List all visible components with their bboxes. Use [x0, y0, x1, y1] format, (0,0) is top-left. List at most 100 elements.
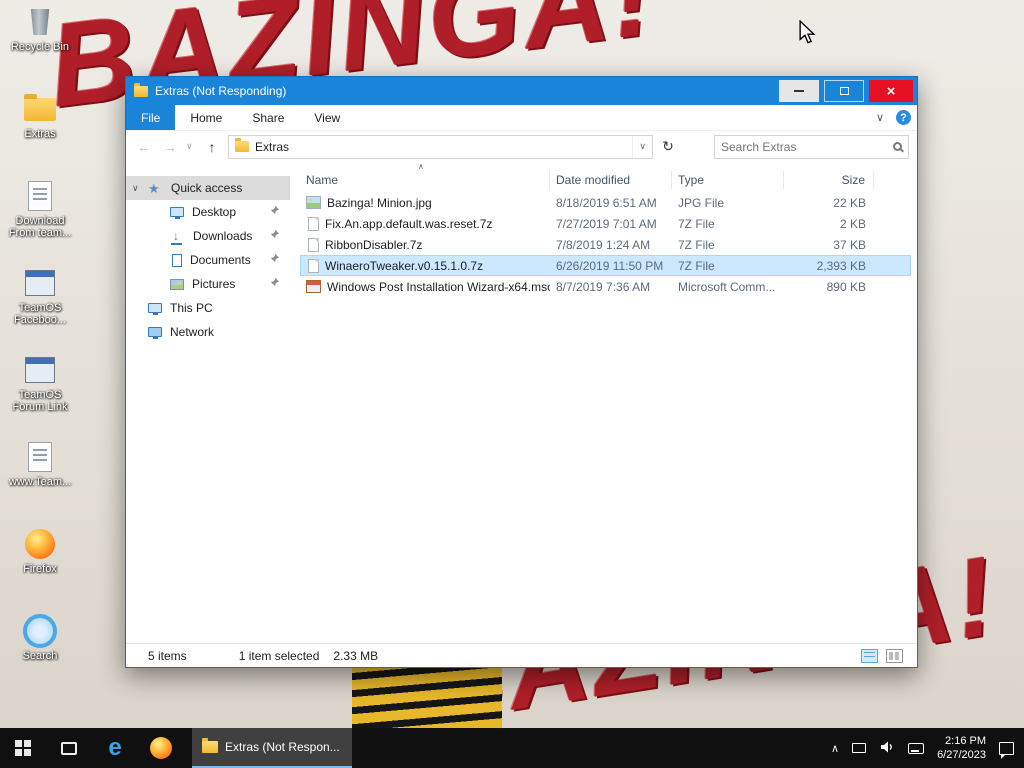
menu-tab-file[interactable]: File: [126, 105, 176, 130]
desktop-icon-label: Recycle Bin: [10, 41, 70, 53]
sidebar-item-desktop[interactable]: ∨ Desktop: [126, 200, 290, 224]
desktop-icon-download-from-team[interactable]: Download From team...: [2, 180, 78, 260]
sidebar-item-quick-access[interactable]: ∨ Quick access: [126, 176, 290, 200]
chevron-down-icon[interactable]: ∨: [876, 111, 884, 124]
file-name: Fix.An.app.default.was.reset.7z: [325, 216, 493, 231]
desktop-icon-glyph: [23, 441, 57, 473]
menu-tabs: File Home Share View: [126, 105, 355, 130]
details-view-button[interactable]: [861, 648, 878, 663]
file-size: 2,393 KB: [816, 258, 866, 273]
file-type-icon: [308, 258, 319, 273]
large-icons-view-button[interactable]: [886, 648, 903, 663]
column-header-type[interactable]: Type: [672, 171, 784, 189]
menu-tab-share[interactable]: Share: [237, 105, 299, 130]
windows-logo-icon: [14, 739, 32, 757]
edge-button[interactable]: e: [92, 728, 138, 768]
volume-icon[interactable]: [879, 739, 895, 758]
sidebar-item-label: Desktop: [192, 205, 237, 219]
search-box[interactable]: [714, 134, 909, 159]
history-chevron-icon[interactable]: ∨: [186, 141, 196, 152]
file-size: 22 KB: [833, 195, 866, 210]
file-type-icon: [308, 237, 319, 252]
desktop-icon-teamos-forum-link[interactable]: TeamOS Forum Link: [2, 354, 78, 434]
file-row-bazinga-minion-jpg[interactable]: Bazinga! Minion.jpg 8/18/2019 6:51 AM JP…: [300, 192, 911, 213]
address-box[interactable]: Extras ∨: [228, 134, 653, 159]
file-row-windows-post-installation-wizard-x64-msc[interactable]: Windows Post Installation Wizard-x64.msc…: [300, 276, 911, 297]
search-input[interactable]: [721, 139, 893, 154]
task-view-button[interactable]: [46, 728, 92, 768]
task-label: Extras (Not Respon...: [225, 740, 340, 754]
address-bar: ← → ∨ ↑ Extras ∨ ↻: [126, 131, 917, 162]
file-rows: Bazinga! Minion.jpg 8/18/2019 6:51 AM JP…: [300, 192, 911, 297]
close-button[interactable]: ×: [869, 80, 913, 102]
breadcrumb[interactable]: Extras: [255, 140, 289, 154]
sidebar-item-icon: [170, 229, 185, 245]
up-icon[interactable]: ↑: [202, 139, 222, 155]
firefox-button[interactable]: [138, 728, 184, 768]
sidebar-item-pictures[interactable]: ∨ Pictures: [126, 272, 290, 296]
column-header-date-modified[interactable]: Date modified: [550, 171, 672, 189]
maximize-button[interactable]: [824, 80, 864, 102]
sidebar-item-network[interactable]: ∨ Network: [126, 320, 290, 344]
desktop-icon-glyph: [23, 267, 57, 299]
window-title: Extras (Not Responding): [155, 84, 287, 98]
taskbar-task-extras[interactable]: Extras (Not Respon...: [192, 728, 352, 768]
menu-tab-label: Home: [190, 110, 223, 125]
sidebar-item-documents[interactable]: ∨ Documents: [126, 248, 290, 272]
column-header-size[interactable]: Size: [784, 171, 874, 189]
desktop-icon-extras[interactable]: Extras: [2, 93, 78, 173]
file-date-modified: 6/26/2019 11:50 PM: [556, 258, 664, 273]
desktop-icon-list: Recycle Bin Extras Download From team...…: [2, 6, 80, 702]
mouse-cursor: [798, 19, 816, 47]
search-icon[interactable]: [893, 142, 902, 151]
back-icon[interactable]: ←: [134, 139, 154, 155]
file-date-modified: 7/27/2019 7:01 AM: [556, 216, 657, 231]
sidebar-item-label: This PC: [170, 301, 213, 315]
desktop-icon-label: Extras: [24, 128, 56, 140]
column-headers: ∧ Name Date modified Type Size: [300, 162, 911, 192]
column-header-name[interactable]: Name: [300, 171, 550, 189]
help-icon[interactable]: ?: [896, 110, 911, 125]
sort-ascending-icon: ∧: [418, 162, 424, 171]
desktop-icon-glyph: [23, 528, 57, 560]
title-bar[interactable]: Extras (Not Responding) ×: [126, 77, 917, 105]
firefox-icon: [150, 737, 172, 759]
action-center-icon[interactable]: [999, 741, 1014, 759]
forward-icon[interactable]: →: [160, 139, 180, 155]
pin-icon: [269, 253, 280, 267]
sidebar-item-icon: [148, 303, 162, 315]
menu-tab-view[interactable]: View: [299, 105, 355, 130]
sidebar-item-icon: [148, 327, 162, 339]
clock[interactable]: 2:16 PM 6/27/2023: [937, 734, 986, 762]
desktop-icon-www-team[interactable]: www.Team...: [2, 441, 78, 521]
minimize-button[interactable]: [779, 80, 819, 102]
menu-tab-home[interactable]: Home: [175, 105, 237, 130]
sidebar-item-icon: [172, 253, 182, 267]
main-pane: ∨ Quick access ∨ Desktop ∨ Downloads ∨ D…: [126, 162, 917, 643]
edge-icon: e: [108, 734, 122, 761]
touch-keyboard-icon[interactable]: [908, 742, 925, 754]
file-row-fix-an-app-default-was-reset-7z[interactable]: Fix.An.app.default.was.reset.7z 7/27/201…: [300, 213, 911, 234]
sidebar-item-downloads[interactable]: ∨ Downloads: [126, 224, 290, 248]
file-name: Windows Post Installation Wizard-x64.msc: [327, 279, 550, 294]
expander-chevron-icon[interactable]: ∨: [132, 183, 142, 194]
sidebar-item-icon: [148, 182, 163, 195]
desktop-icon-glyph: [23, 354, 57, 386]
desktop-icon-recycle-bin[interactable]: Recycle Bin: [2, 6, 78, 86]
sidebar-item-this-pc[interactable]: ∨ This PC: [126, 296, 290, 320]
file-row-ribbondisabler-7z[interactable]: RibbonDisabler.7z 7/8/2019 1:24 AM 7Z Fi…: [300, 234, 911, 255]
file-row-winaerotweaker-v0-15-1-0-7z[interactable]: WinaeroTweaker.v0.15.1.0.7z 6/26/2019 11…: [300, 255, 911, 276]
address-chevron-icon[interactable]: ∨: [632, 135, 646, 158]
file-date-modified: 8/18/2019 6:51 AM: [556, 195, 657, 210]
sidebar-item-label: Pictures: [192, 277, 236, 291]
desktop-icon-teamos-faceboo[interactable]: TeamOS Faceboo...: [2, 267, 78, 347]
refresh-icon[interactable]: ↻: [659, 138, 677, 155]
selection-count: 1 item selected: [238, 648, 320, 663]
desktop-icon-firefox[interactable]: Firefox: [2, 528, 78, 608]
start-button[interactable]: [0, 728, 46, 768]
file-type-icon: [306, 196, 321, 209]
display-icon[interactable]: [852, 743, 867, 753]
clock-date: 6/27/2023: [937, 749, 986, 761]
desktop-icon-search[interactable]: Search: [2, 615, 78, 695]
tray-chevron-up-icon[interactable]: ∧: [831, 742, 839, 755]
